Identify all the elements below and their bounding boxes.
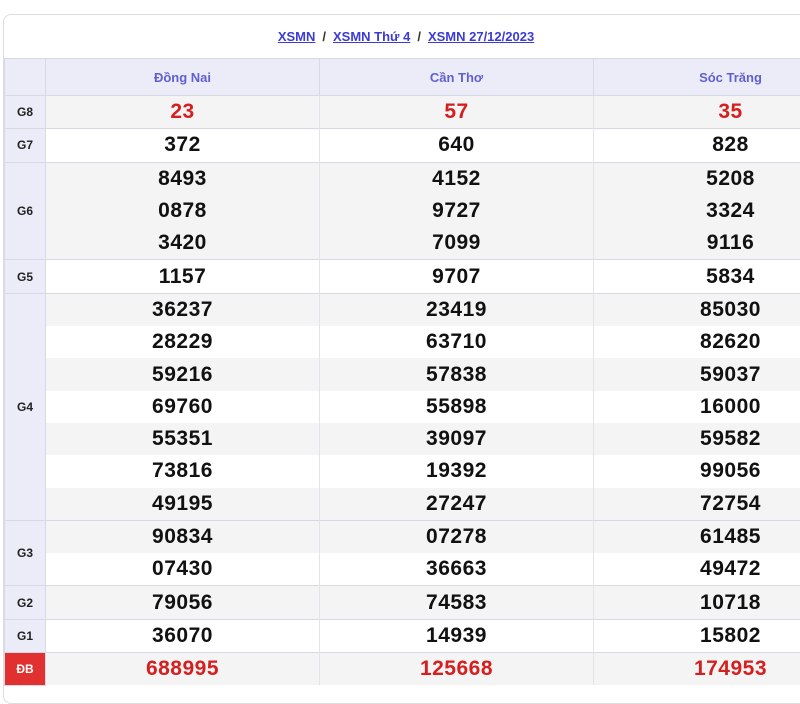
result-number: 28229 xyxy=(46,326,320,358)
breadcrumb-separator: / xyxy=(417,29,421,44)
result-number: 5834 xyxy=(594,260,800,293)
result-number: 07430 xyxy=(46,553,320,586)
result-number: 35 xyxy=(594,96,800,129)
result-number: 3420 xyxy=(46,227,320,260)
province-header-can-tho: Cần Thơ xyxy=(320,59,594,96)
result-number: 4152 xyxy=(320,162,594,195)
prize-row-g4: 738161939299056 xyxy=(5,455,800,487)
result-number: 36663 xyxy=(320,553,594,586)
result-number: 36070 xyxy=(46,619,320,652)
breadcrumb-link-weekday[interactable]: XSMN Thứ 4 xyxy=(333,29,410,44)
result-number: 59582 xyxy=(594,423,800,455)
lottery-results-table: Đồng Nai Cần Thơ Sóc Trăng G8235735G7372… xyxy=(4,58,800,686)
prize-row-g5: G5115797075834 xyxy=(5,260,800,293)
prize-row-g4: 553513909759582 xyxy=(5,423,800,455)
result-number: 174953 xyxy=(594,653,800,686)
prize-row-g4: G4362372341985030 xyxy=(5,293,800,326)
result-number: 9707 xyxy=(320,260,594,293)
result-number: 99056 xyxy=(594,455,800,487)
result-number: 90834 xyxy=(46,520,320,553)
result-number: 14939 xyxy=(320,619,594,652)
result-number: 16000 xyxy=(594,391,800,423)
results-card: XSMN / XSMN Thứ 4 / XSMN 27/12/2023 Đồng… xyxy=(3,14,800,704)
result-number: 828 xyxy=(594,129,800,162)
result-number: 39097 xyxy=(320,423,594,455)
result-number: 73816 xyxy=(46,455,320,487)
prize-row-g1: G1360701493915802 xyxy=(5,619,800,652)
prize-row-g7: G7372640828 xyxy=(5,129,800,162)
breadcrumb-link-xsmn[interactable]: XSMN xyxy=(278,29,316,44)
result-number: 49472 xyxy=(594,553,800,586)
prize-label: ĐB xyxy=(5,653,46,686)
prize-row-g4: 697605589816000 xyxy=(5,391,800,423)
result-number: 55898 xyxy=(320,391,594,423)
result-number: 63710 xyxy=(320,326,594,358)
result-number: 85030 xyxy=(594,293,800,326)
prize-label: G5 xyxy=(5,260,46,293)
result-number: 61485 xyxy=(594,520,800,553)
result-number: 640 xyxy=(320,129,594,162)
prize-row-g4: 592165783859037 xyxy=(5,358,800,390)
breadcrumb-separator: / xyxy=(322,29,326,44)
result-number: 36237 xyxy=(46,293,320,326)
corner-cell xyxy=(5,59,46,96)
result-number: 69760 xyxy=(46,391,320,423)
prize-label: G2 xyxy=(5,586,46,619)
prize-label: G4 xyxy=(5,293,46,520)
result-number: 125668 xyxy=(320,653,594,686)
prize-row-g4: 491952724772754 xyxy=(5,488,800,521)
province-header-row: Đồng Nai Cần Thơ Sóc Trăng xyxy=(5,59,800,96)
result-number: 8493 xyxy=(46,162,320,195)
prize-label: G1 xyxy=(5,619,46,652)
prize-row-đb: ĐB688995125668174953 xyxy=(5,653,800,686)
result-number: 79056 xyxy=(46,586,320,619)
result-number: 5208 xyxy=(594,162,800,195)
result-number: 19392 xyxy=(320,455,594,487)
result-number: 23419 xyxy=(320,293,594,326)
prize-label: G8 xyxy=(5,96,46,129)
prize-row-g8: G8235735 xyxy=(5,96,800,129)
prize-row-g3: 074303666349472 xyxy=(5,553,800,586)
result-number: 372 xyxy=(46,129,320,162)
results-body: G8235735G7372640828G68493415252080878972… xyxy=(5,96,800,686)
result-number: 74583 xyxy=(320,586,594,619)
breadcrumb-link-date[interactable]: XSMN 27/12/2023 xyxy=(428,29,534,44)
result-number: 27247 xyxy=(320,488,594,521)
result-number: 10718 xyxy=(594,586,800,619)
result-number: 59037 xyxy=(594,358,800,390)
prize-row-g6: 342070999116 xyxy=(5,227,800,260)
prize-label: G7 xyxy=(5,129,46,162)
prize-row-g2: G2790567458310718 xyxy=(5,586,800,619)
prize-row-g6: G6849341525208 xyxy=(5,162,800,195)
prize-label: G3 xyxy=(5,520,46,586)
result-number: 1157 xyxy=(46,260,320,293)
breadcrumb: XSMN / XSMN Thứ 4 / XSMN 27/12/2023 xyxy=(4,15,800,58)
result-number: 57838 xyxy=(320,358,594,390)
prize-row-g4: 282296371082620 xyxy=(5,326,800,358)
result-number: 55351 xyxy=(46,423,320,455)
result-number: 688995 xyxy=(46,653,320,686)
result-number: 49195 xyxy=(46,488,320,521)
prize-label: G6 xyxy=(5,162,46,260)
result-number: 82620 xyxy=(594,326,800,358)
result-number: 15802 xyxy=(594,619,800,652)
province-header-soc-trang: Sóc Trăng xyxy=(594,59,800,96)
result-number: 0878 xyxy=(46,195,320,227)
result-number: 07278 xyxy=(320,520,594,553)
province-header-dong-nai: Đồng Nai xyxy=(46,59,320,96)
result-number: 59216 xyxy=(46,358,320,390)
result-number: 9727 xyxy=(320,195,594,227)
prize-row-g6: 087897273324 xyxy=(5,195,800,227)
prize-row-g3: G3908340727861485 xyxy=(5,520,800,553)
result-number: 7099 xyxy=(320,227,594,260)
result-number: 57 xyxy=(320,96,594,129)
result-number: 23 xyxy=(46,96,320,129)
result-number: 9116 xyxy=(594,227,800,260)
result-number: 72754 xyxy=(594,488,800,521)
result-number: 3324 xyxy=(594,195,800,227)
